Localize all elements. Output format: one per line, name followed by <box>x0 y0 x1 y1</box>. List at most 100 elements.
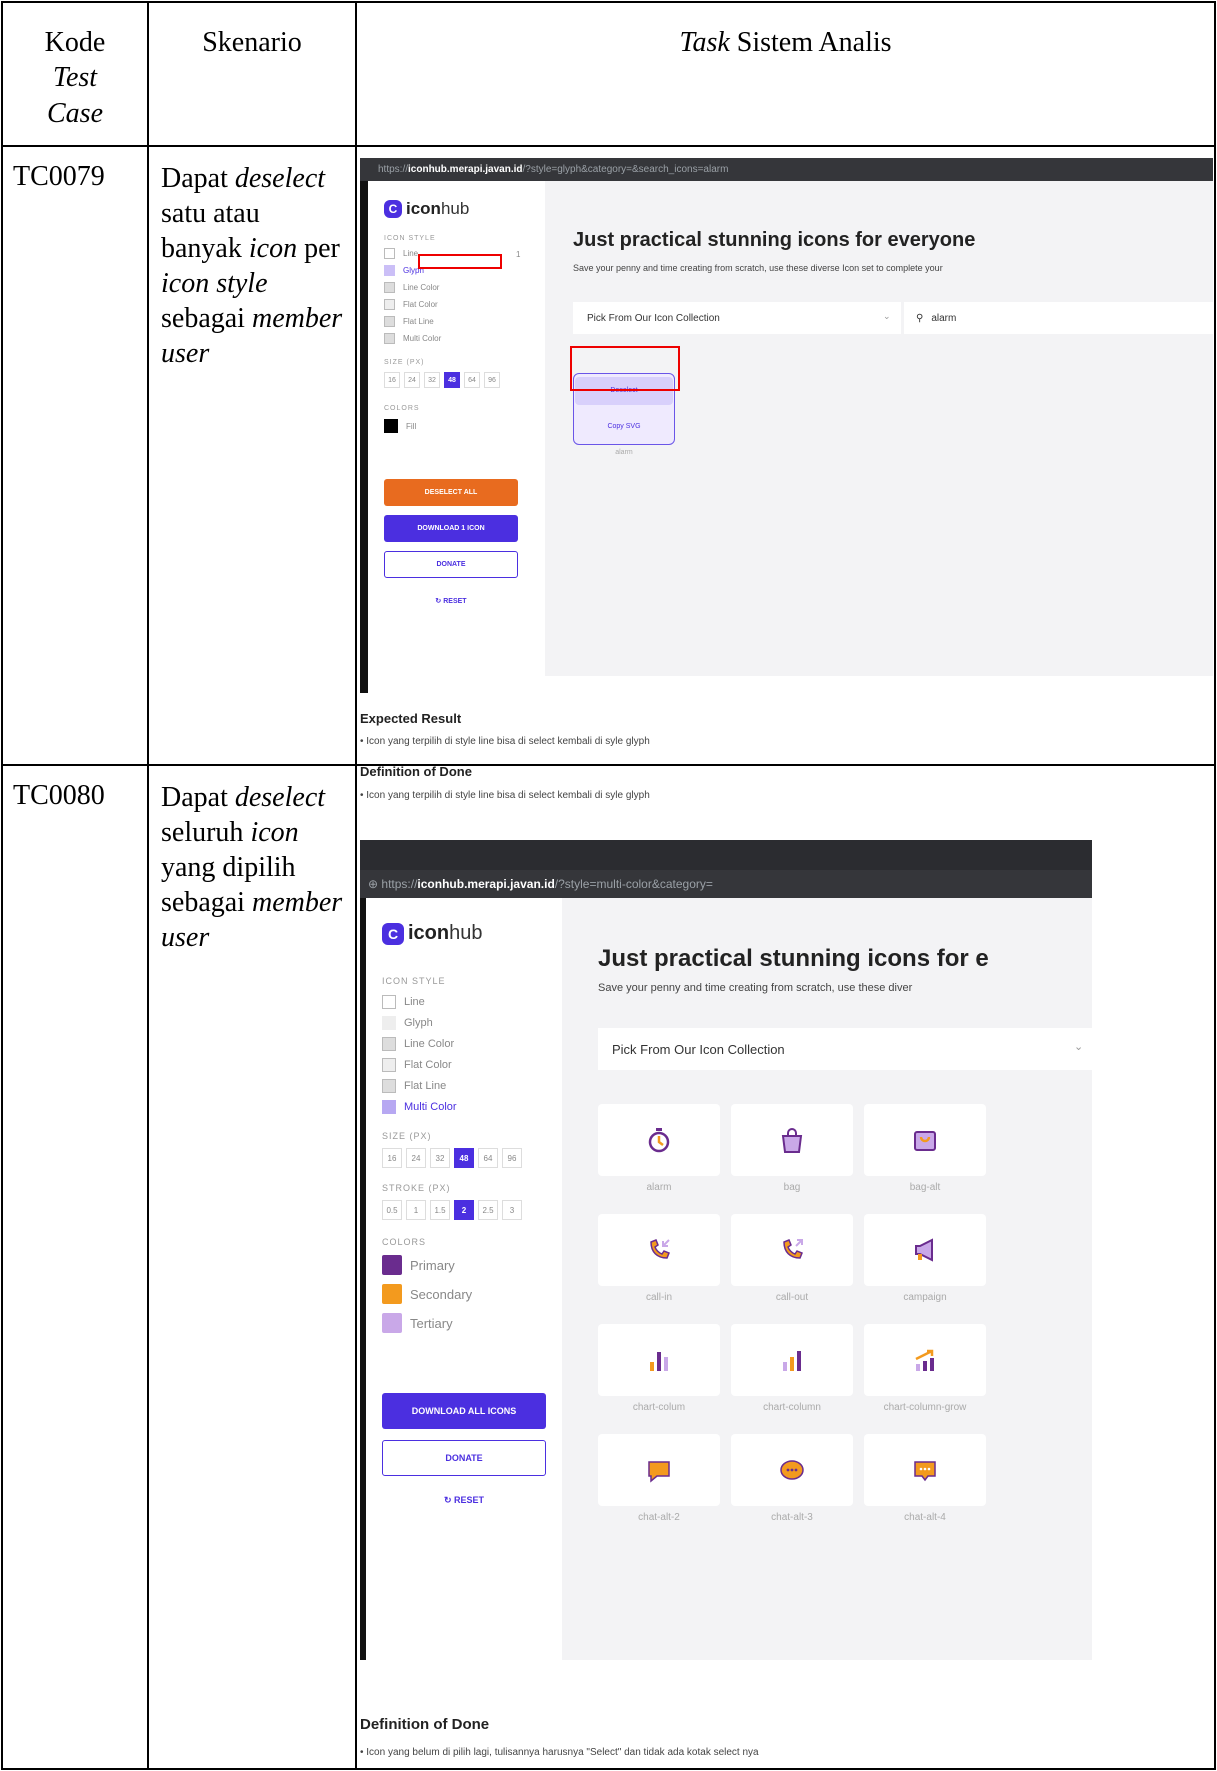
tc80-scenario-p2: deselect <box>234 782 326 813</box>
tc80-size-16[interactable]: 16 <box>382 1148 402 1168</box>
tc79-dod-title: Definition of Done <box>360 764 472 779</box>
header-kode: Kode Test Case <box>1 1 149 147</box>
icon-tile-chat-alt-4[interactable] <box>864 1434 986 1506</box>
icon-tile-bag[interactable] <box>731 1104 853 1176</box>
icon-label-chat-alt-2: chat-alt-2 <box>638 1512 680 1523</box>
donate-button[interactable]: DONATE <box>382 1440 546 1476</box>
tc80-size-48[interactable]: 48 <box>454 1148 474 1168</box>
tc80-stroke-label: STROKE (PX) <box>382 1183 451 1193</box>
icon-tile-alarm[interactable] <box>598 1104 720 1176</box>
tc79-dod-item: • Icon yang terpilih di style line bisa … <box>360 790 650 801</box>
tc79-size-24[interactable]: 24 <box>404 372 420 388</box>
tc79-style-flat-line[interactable]: Flat Line <box>384 316 434 327</box>
deselect-all-button[interactable]: DESELECT ALL <box>384 479 518 506</box>
tc80-size-32[interactable]: 32 <box>430 1148 450 1168</box>
tc80-color-secondary-label: Secondary <box>410 1286 473 1302</box>
copy-svg-button[interactable]: Copy SVG <box>575 421 673 433</box>
icon-tile-call-out[interactable] <box>731 1214 853 1286</box>
tc79-style-multi-color-label: Multi Color <box>403 334 442 343</box>
icon-label-chat-alt-4: chat-alt-4 <box>904 1512 946 1523</box>
tc80-color-primary[interactable]: Primary <box>382 1255 455 1275</box>
icon-tile-chart-column-grow[interactable] <box>864 1324 986 1396</box>
icon-tile-chart-column[interactable] <box>731 1324 853 1396</box>
tc79-scenario-p1: Dapat <box>161 163 235 194</box>
icon-tile-campaign[interactable] <box>864 1214 986 1286</box>
tc80-url-bar: ⊕ https://iconhub.merapi.javan.id/?style… <box>360 870 1092 898</box>
header-skenario: Skenario <box>147 1 357 147</box>
download-button[interactable]: DOWNLOAD 1 ICON <box>384 515 518 542</box>
tc80-color-tertiary[interactable]: Tertiary <box>382 1313 453 1333</box>
icon-tile-chat-alt-3[interactable] <box>731 1434 853 1506</box>
chat-alt-2-icon <box>648 1461 670 1483</box>
tc80-logo-rest: hub <box>449 922 483 944</box>
tc80-color-secondary[interactable]: Secondary <box>382 1284 472 1304</box>
chart-column-icon <box>783 1351 801 1371</box>
tc80-url-host: iconhub.merapi.javan.id <box>417 877 555 891</box>
tc79-collection-select[interactable]: Pick From Our Icon Collection <box>573 302 901 334</box>
logo-icon: C <box>382 922 404 945</box>
tc80-stroke-1[interactable]: 1 <box>406 1200 426 1220</box>
tc80-stroke-2-5[interactable]: 2.5 <box>478 1200 498 1220</box>
tc80-style-flat-line[interactable]: Flat Line <box>382 1079 446 1093</box>
tc79-highlight-glyph <box>418 254 502 269</box>
tc79-size-96[interactable]: 96 <box>484 372 500 388</box>
tc79-size-options: 16 24 32 48 64 96 <box>384 372 504 388</box>
header-task-em: Task <box>679 27 730 58</box>
search-icon: ⚲ <box>916 312 924 324</box>
tc80-size-24[interactable]: 24 <box>406 1148 426 1168</box>
tc80-style-multi-color[interactable]: Multi Color <box>382 1100 457 1114</box>
icon-label-campaign: campaign <box>903 1292 947 1303</box>
tc80-size-64[interactable]: 64 <box>478 1148 498 1168</box>
tc80-stroke-1-5[interactable]: 1.5 <box>430 1200 450 1220</box>
tc80-icon-style-label: ICON STYLE <box>382 976 446 986</box>
tc80-color-primary-label: Primary <box>410 1257 455 1273</box>
icon-label-chart-colum: chart-colum <box>632 1402 686 1413</box>
tc79-search-value: alarm <box>931 312 957 324</box>
tc80-collection-select[interactable]: Pick From Our Icon Collection <box>598 1028 1092 1070</box>
icon-label-chat-alt-3: chat-alt-3 <box>771 1512 813 1523</box>
tc79-line-count: 1 <box>516 250 521 259</box>
tc80-stroke-0-5[interactable]: 0.5 <box>382 1200 402 1220</box>
bag-icon <box>781 1128 803 1153</box>
tc79-search-input[interactable]: ⚲ alarm <box>904 302 1213 334</box>
tc80-style-line-color[interactable]: Line Color <box>382 1037 454 1051</box>
tc79-screenshot: https://iconhub.merapi.javan.id/?style=g… <box>360 158 1213 693</box>
tc79-scenario-p4: icon <box>248 233 298 264</box>
icon-tile-chart-colum[interactable] <box>598 1324 720 1396</box>
tc79-url-rest: /?style=glyph&category=&search_icons=ala… <box>522 164 729 175</box>
icon-tile-call-in[interactable] <box>598 1214 720 1286</box>
tc79-size-32[interactable]: 32 <box>424 372 440 388</box>
tc80-size-96[interactable]: 96 <box>502 1148 522 1168</box>
header-task: Task Sistem Analis <box>355 1 1216 147</box>
donate-button[interactable]: DONATE <box>384 551 518 578</box>
tc80-style-flat-color[interactable]: Flat Color <box>382 1058 452 1072</box>
tc79-icon-name: alarm <box>615 449 633 456</box>
tc79-highlight-deselect <box>570 346 680 391</box>
icon-label-call-out: call-out <box>775 1292 809 1303</box>
tc79-style-line-color[interactable]: Line Color <box>384 282 439 293</box>
tc80-style-glyph[interactable]: Glyph <box>382 1016 433 1030</box>
tc79-size-48[interactable]: 48 <box>444 372 460 388</box>
call-out-icon <box>783 1239 803 1259</box>
tc79-size-64[interactable]: 64 <box>464 372 480 388</box>
icon-tile-chat-alt-2[interactable] <box>598 1434 720 1506</box>
tc79-fill-color[interactable]: Fill <box>384 419 416 433</box>
icon-tile-bag-alt[interactable] <box>864 1104 986 1176</box>
download-all-button[interactable]: DOWNLOAD ALL ICONS <box>382 1393 546 1429</box>
tc80-style-line[interactable]: Line <box>382 995 425 1009</box>
tc79-style-line[interactable]: Line <box>384 248 418 259</box>
tc79-scenario: Dapat deselect satu atau banyak icon per… <box>147 145 357 766</box>
tc79-size-16[interactable]: 16 <box>384 372 400 388</box>
campaign-icon <box>915 1238 933 1262</box>
tc79-style-multi-color[interactable]: Multi Color <box>384 333 441 344</box>
tc79-scenario-p3: satu atau banyak <box>161 198 260 264</box>
chat-alt-4-icon <box>914 1461 936 1482</box>
reset-button[interactable]: ↻ RESET <box>384 597 518 605</box>
tc80-url-prefix: https:// <box>381 877 418 891</box>
tc79-colors-label: COLORS <box>384 405 420 412</box>
tc80-style-multi-color-label: Multi Color <box>404 1101 457 1113</box>
tc80-stroke-3[interactable]: 3 <box>502 1200 522 1220</box>
tc79-style-flat-color[interactable]: Flat Color <box>384 299 438 310</box>
tc80-stroke-2[interactable]: 2 <box>454 1200 474 1220</box>
reset-button[interactable]: ↻ RESET <box>382 1495 546 1506</box>
